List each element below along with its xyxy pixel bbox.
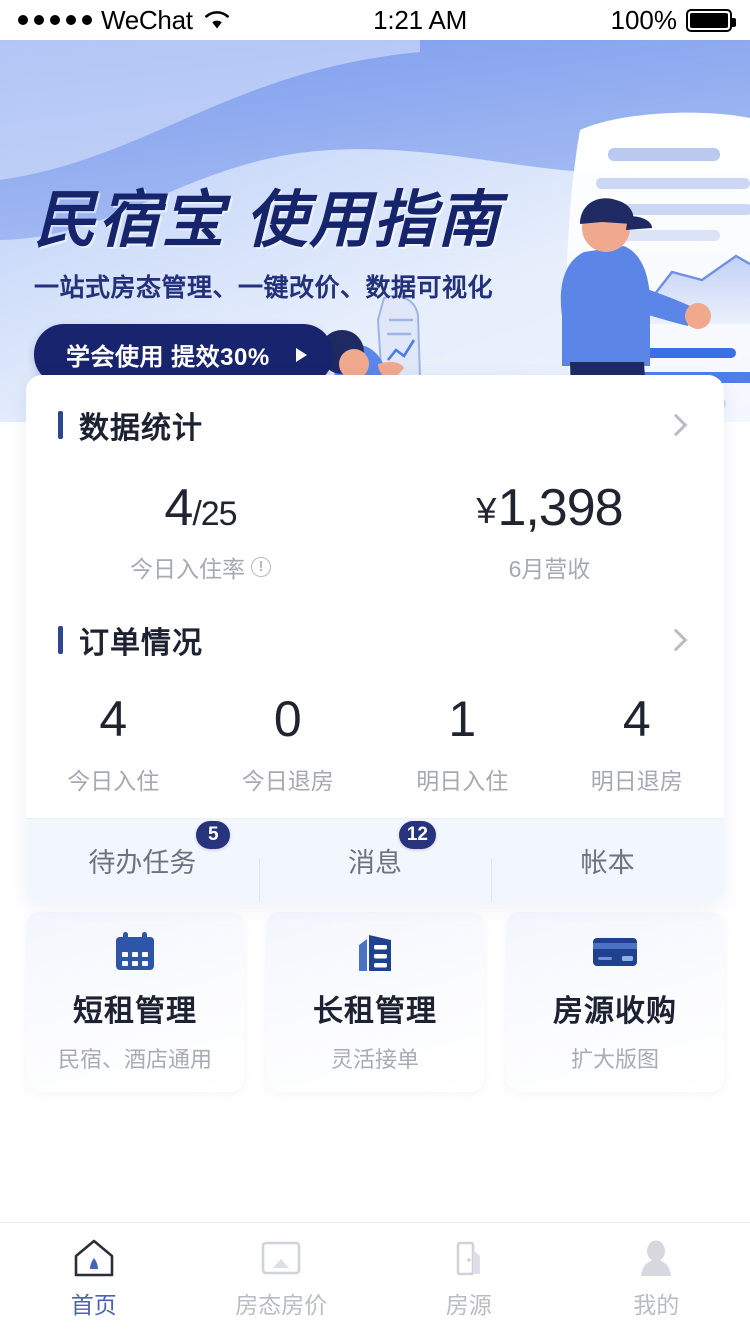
order-cell[interactable]: 0 今日退房 (201, 694, 376, 796)
feature-card-acquisition[interactable]: 房源收购 扩大版图 (506, 912, 724, 1092)
nav-item-profile[interactable]: 我的 (563, 1238, 750, 1320)
bottom-navigation: 首页 房态房价 房源 我的 (0, 1222, 750, 1334)
overview-card: 数据统计 4/25 今日入住率 ! ¥1,398 6月营收 订单情况 4 今日入… (26, 375, 724, 902)
quick-tab-messages-label: 消息 (348, 847, 402, 878)
play-triangle-icon (295, 347, 307, 362)
order-cell[interactable]: 1 明日入住 (375, 694, 550, 796)
banner-text-block: 民宿宝 使用指南 一站式房态管理、一键改价、数据可视化 学会使用 提效30% (34, 190, 501, 385)
stats-section-header[interactable]: 数据统计 (26, 375, 724, 447)
order-value: 4 (99, 690, 128, 747)
quick-tab-todo[interactable]: 待办任务 5 (26, 820, 259, 880)
status-bar-left: WeChat (18, 5, 230, 36)
stat-occupancy-label-group: 今日入住率 ! (26, 550, 375, 584)
nav-item-profile-label: 我的 (633, 1291, 680, 1318)
feature-card-long-term-subtitle: 灵活接单 (330, 1047, 419, 1072)
calendar-price-icon (259, 1238, 303, 1278)
battery-percent: 100% (610, 4, 678, 35)
stats-section-title-group: 数据统计 (58, 403, 203, 447)
stat-revenue-label: 6月营收 (508, 555, 591, 582)
signal-dots-icon (18, 15, 92, 25)
info-icon[interactable]: ! (251, 556, 271, 577)
quick-tab-ledger[interactable]: 帐本 (491, 841, 724, 902)
nav-item-listings-label: 房源 (445, 1291, 492, 1318)
feature-card-acquisition-subtitle: 扩大版图 (570, 1047, 659, 1072)
orders-section-title: 订单情况 (79, 626, 203, 660)
feature-cards-row: 短租管理 民宿、酒店通用 长租管理 灵活接单 房源收购 扩大版图 (26, 912, 724, 1092)
status-bar: WeChat 1:21 AM 100% (0, 0, 750, 40)
stat-occupancy[interactable]: 4/25 今日入住率 ! (26, 481, 375, 584)
stat-occupancy-label: 今日入住率 (130, 555, 245, 582)
order-label: 明日退房 (590, 767, 683, 794)
order-value: 1 (448, 690, 477, 747)
stats-values-row: 4/25 今日入住率 ! ¥1,398 6月营收 (26, 447, 724, 594)
stat-revenue-main: 1,398 (497, 479, 623, 537)
feature-card-short-term-subtitle: 民宿、酒店通用 (57, 1047, 212, 1072)
status-bar-clock: 1:21 AM (373, 4, 468, 35)
orders-section-header[interactable]: 订单情况 (26, 594, 724, 662)
accent-bar (58, 411, 63, 439)
banner-cta-label: 学会使用 提效30% (66, 344, 270, 371)
orders-section-title-group: 订单情况 (58, 618, 203, 662)
quick-tab-ledger-label: 帐本 (580, 847, 635, 878)
accent-bar (58, 625, 63, 654)
currency-symbol: ¥ (476, 490, 496, 531)
feature-card-long-term-title: 长租管理 (313, 995, 437, 1028)
quick-tabs-row: 待办任务 5 消息 12 帐本 (26, 817, 724, 902)
quick-tab-messages-badge: 12 (398, 820, 436, 849)
wifi-icon (204, 10, 230, 30)
stat-revenue-value: ¥1,398 (375, 481, 724, 536)
order-value: 0 (273, 690, 302, 747)
nav-item-room-status-label: 房态房价 (235, 1291, 328, 1318)
door-icon (449, 1238, 489, 1278)
banner-title: 民宿宝 使用指南 (34, 186, 502, 255)
order-cell[interactable]: 4 明日退房 (550, 694, 725, 796)
carrier-name: WeChat (101, 4, 193, 35)
stat-occupancy-value: 4/25 (26, 481, 375, 536)
quick-tab-todo-label: 待办任务 (88, 847, 197, 878)
promo-banner[interactable]: 民宿宝 使用指南 一站式房态管理、一键改价、数据可视化 学会使用 提效30% (0, 40, 750, 422)
stats-section-title: 数据统计 (79, 412, 203, 445)
order-label: 今日入住 (67, 767, 160, 794)
nav-item-listings[interactable]: 房源 (375, 1238, 563, 1320)
quick-tab-todo-badge: 5 (196, 820, 231, 849)
stat-revenue[interactable]: ¥1,398 6月营收 (375, 481, 724, 584)
nav-item-room-status[interactable]: 房态房价 (188, 1238, 376, 1320)
order-label: 今日退房 (241, 767, 334, 794)
chevron-right-icon[interactable] (664, 628, 688, 651)
stat-occupancy-main: 4 (164, 479, 193, 537)
banner-subtitle: 一站式房态管理、一键改价、数据可视化 (34, 274, 494, 302)
stat-occupancy-suffix: /25 (192, 495, 237, 533)
stat-revenue-label-group: 6月营收 (375, 550, 724, 584)
home-icon (71, 1238, 117, 1278)
order-label: 明日入住 (416, 767, 509, 794)
order-value: 4 (622, 690, 651, 747)
nav-item-home-label: 首页 (70, 1291, 117, 1318)
calendar-icon (114, 930, 156, 974)
nav-item-home[interactable]: 首页 (0, 1238, 188, 1320)
person-icon (636, 1238, 676, 1278)
feature-card-short-term-title: 短租管理 (73, 995, 197, 1028)
order-cell[interactable]: 4 今日入住 (26, 694, 201, 796)
orders-values-row: 4 今日入住 0 今日退房 1 明日入住 4 明日退房 (26, 662, 724, 818)
chevron-right-icon[interactable] (664, 413, 688, 437)
quick-tab-messages[interactable]: 消息 12 (258, 820, 492, 902)
building-icon (355, 930, 395, 974)
battery-full-icon (686, 8, 736, 32)
credit-card-icon (592, 930, 638, 974)
status-bar-right: 100% (610, 4, 736, 36)
feature-card-short-term[interactable]: 短租管理 民宿、酒店通用 (26, 912, 244, 1092)
feature-card-long-term[interactable]: 长租管理 灵活接单 (266, 912, 484, 1092)
feature-card-acquisition-title: 房源收购 (553, 995, 677, 1028)
